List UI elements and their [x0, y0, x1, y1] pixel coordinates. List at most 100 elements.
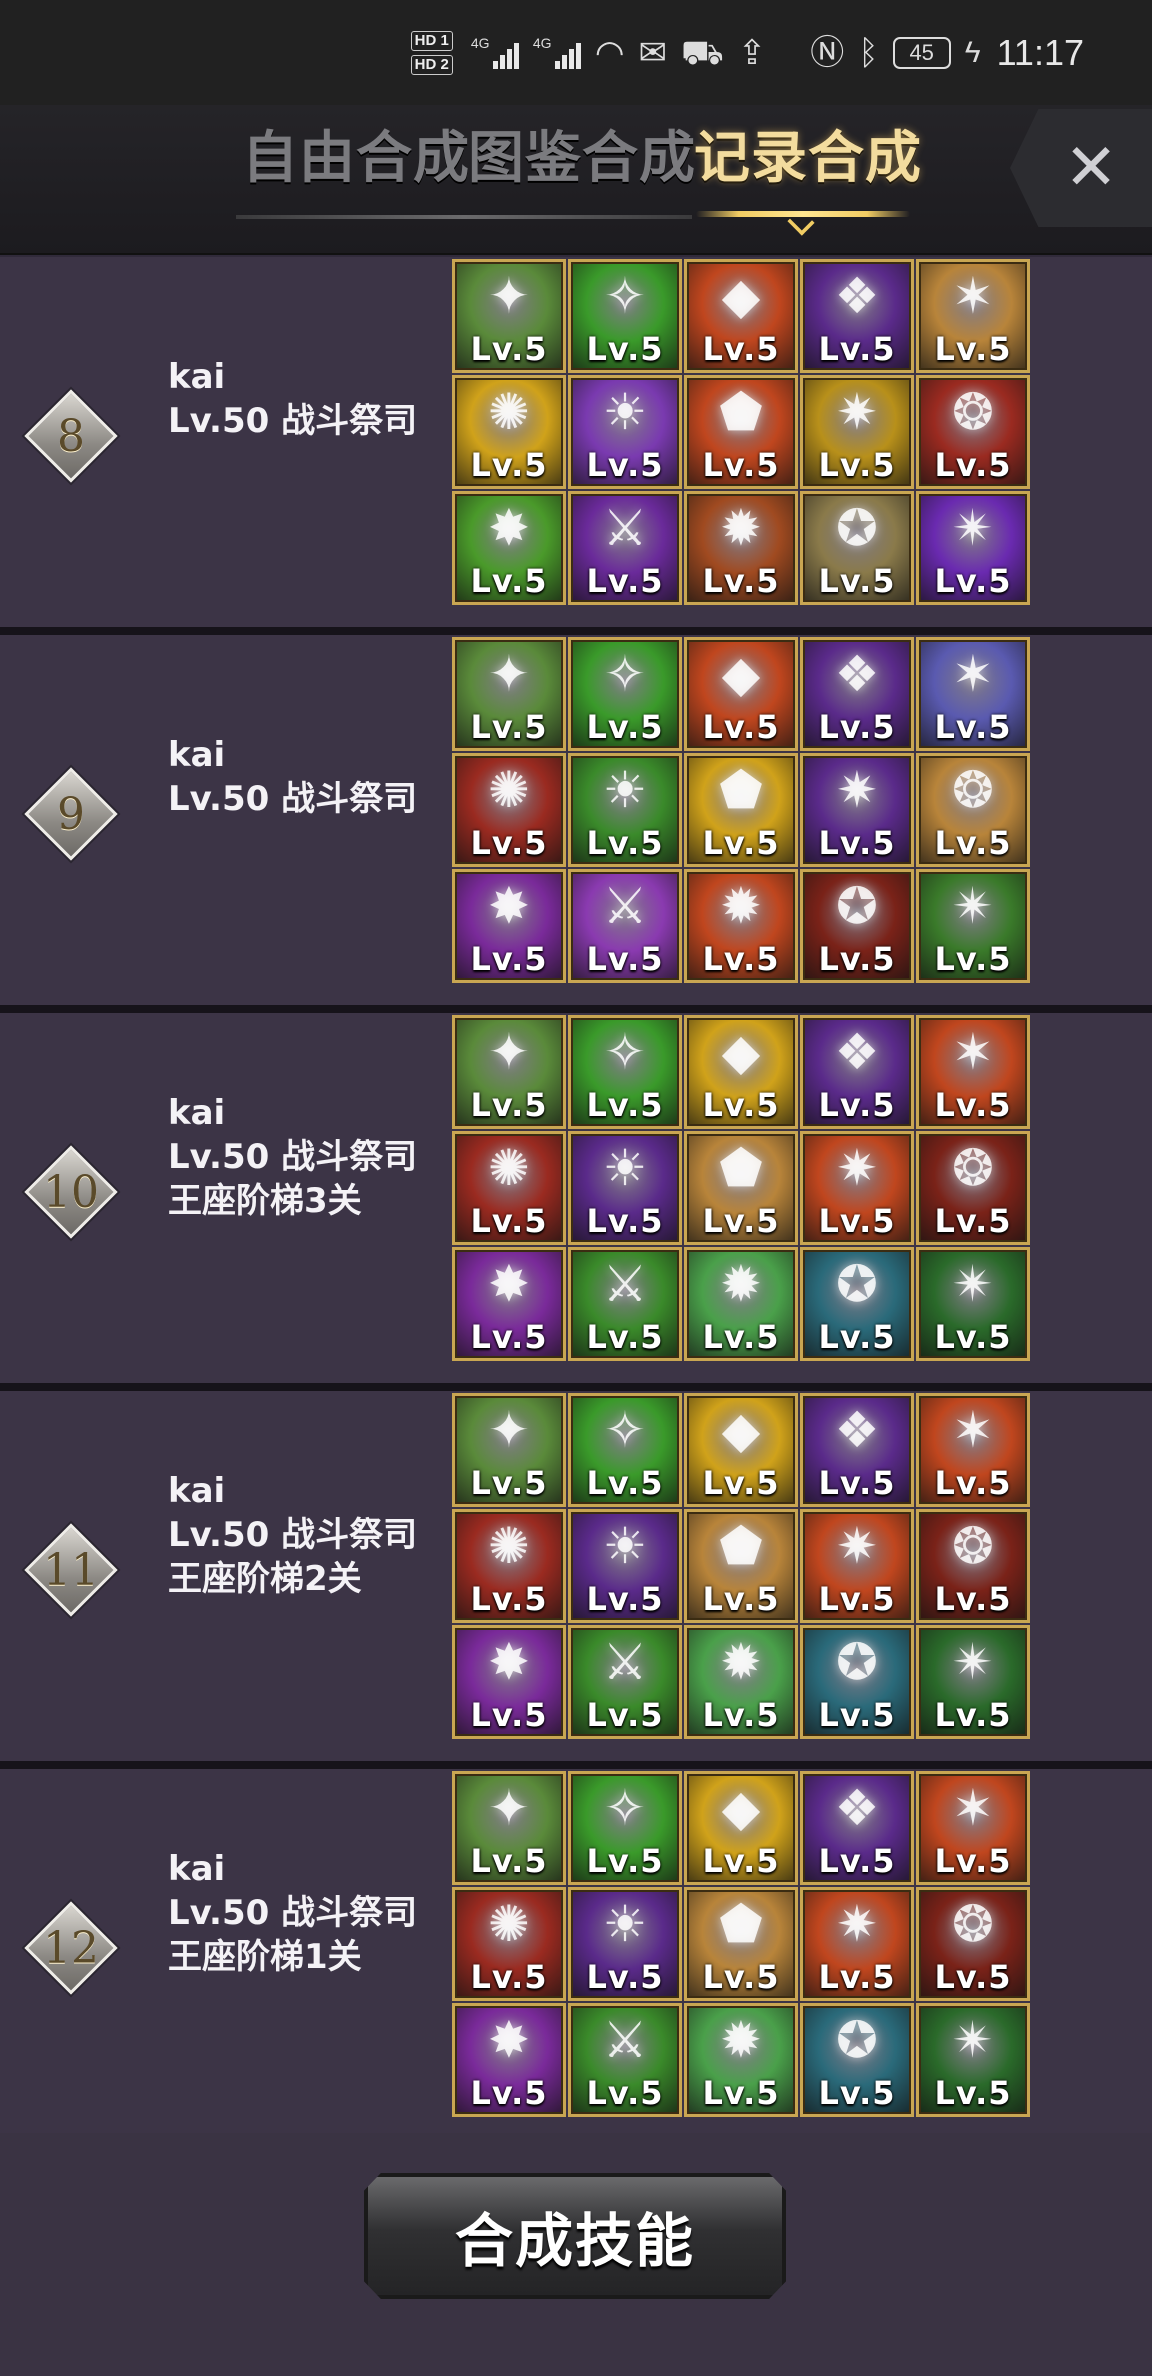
skill-icon[interactable]: ❖ Lv.5 [800, 1015, 914, 1129]
skill-icon[interactable]: ✪ Lv.5 [800, 491, 914, 605]
skill-icon[interactable]: ❖ Lv.5 [800, 1393, 914, 1507]
merge-skill-button[interactable]: 合成技能 [364, 2173, 786, 2299]
skill-level: Lv.5 [934, 1842, 1012, 1880]
skill-icon[interactable]: ✺ Lv.5 [452, 1887, 566, 2001]
player-class: Lv.50 战斗祭司 [168, 1137, 418, 1177]
tab-free-merge[interactable]: 自由合成 [242, 113, 470, 194]
skill-icon[interactable]: ✹ Lv.5 [684, 1625, 798, 1739]
skill-icon[interactable]: ◆ Lv.5 [684, 259, 798, 373]
skill-icon[interactable]: ✪ Lv.5 [800, 1247, 914, 1361]
skill-icon[interactable]: ✧ Lv.5 [568, 1393, 682, 1507]
skill-icon[interactable]: ✶ Lv.5 [916, 1393, 1030, 1507]
skill-icon[interactable]: ✷ Lv.5 [800, 753, 914, 867]
record-row[interactable]: 9 kai Lv.50 战斗祭司 ✦ Lv.5 ✧ Lv.5 ◆ Lv.5 ❖ Lv.5 ✶ Lv.5 ✺… [0, 635, 1152, 1013]
skill-icon[interactable]: ⚔ Lv.5 [568, 1625, 682, 1739]
skill-icon[interactable]: ✶ Lv.5 [916, 1015, 1030, 1129]
skill-icon[interactable]: ✸ Lv.5 [452, 869, 566, 983]
skill-icon[interactable]: ❂ Lv.5 [916, 1509, 1030, 1623]
skill-icon[interactable]: ✴ Lv.5 [916, 1625, 1030, 1739]
skill-art-icon: ☀ [602, 1895, 648, 1953]
skill-icon[interactable]: ✹ Lv.5 [684, 2003, 798, 2117]
skill-level: Lv.5 [702, 1580, 780, 1618]
skill-icon[interactable]: ⚔ Lv.5 [568, 491, 682, 605]
skill-icon[interactable]: ✴ Lv.5 [916, 869, 1030, 983]
skill-icon[interactable]: ✷ Lv.5 [800, 1509, 914, 1623]
rank-number: 10 [43, 1166, 99, 1218]
skill-icon[interactable]: ✦ Lv.5 [452, 1393, 566, 1507]
skill-icon[interactable]: ✺ Lv.5 [452, 753, 566, 867]
skill-icon[interactable]: ✷ Lv.5 [800, 1887, 914, 2001]
skill-icon[interactable]: ✪ Lv.5 [800, 2003, 914, 2117]
skill-icon[interactable]: ✧ Lv.5 [568, 637, 682, 751]
skill-icon[interactable]: ⬟ Lv.5 [684, 1131, 798, 1245]
tab-record-merge[interactable]: 记录合成 [694, 113, 922, 194]
skill-icon[interactable]: ❖ Lv.5 [800, 259, 914, 373]
skill-icon[interactable]: ☀ Lv.5 [568, 753, 682, 867]
skill-icon[interactable]: ☀ Lv.5 [568, 1887, 682, 2001]
skill-icon[interactable]: ✸ Lv.5 [452, 491, 566, 605]
skill-icon[interactable]: ✧ Lv.5 [568, 1771, 682, 1885]
skill-art-icon: ✷ [836, 1139, 878, 1197]
skill-icon[interactable]: ☀ Lv.5 [568, 375, 682, 489]
skill-icon[interactable]: ✪ Lv.5 [800, 1625, 914, 1739]
skill-level: Lv.5 [702, 708, 780, 746]
skill-level: Lv.5 [934, 1696, 1012, 1734]
skill-icon[interactable]: ❂ Lv.5 [916, 375, 1030, 489]
skill-icon[interactable]: ✦ Lv.5 [452, 1771, 566, 1885]
skill-icon[interactable]: ✦ Lv.5 [452, 259, 566, 373]
skill-icon[interactable]: ☀ Lv.5 [568, 1509, 682, 1623]
skill-icon[interactable]: ✺ Lv.5 [452, 375, 566, 489]
record-row[interactable]: 8 kai Lv.50 战斗祭司 ✦ Lv.5 ✧ Lv.5 ◆ Lv.5 ❖ Lv.5 ✶ Lv.5 ✺… [0, 257, 1152, 635]
skill-icon[interactable]: ✷ Lv.5 [800, 375, 914, 489]
skill-icon[interactable]: ✹ Lv.5 [684, 1247, 798, 1361]
skill-icon[interactable]: ◆ Lv.5 [684, 1393, 798, 1507]
skill-icon[interactable]: ⚔ Lv.5 [568, 2003, 682, 2117]
record-row[interactable]: 10 kai Lv.50 战斗祭司 王座阶梯3关 ✦ Lv.5 ✧ Lv.5 ◆ Lv.5 ❖ Lv.… [0, 1013, 1152, 1391]
skill-icon[interactable]: ❖ Lv.5 [800, 637, 914, 751]
skill-icon[interactable]: ◆ Lv.5 [684, 1771, 798, 1885]
skill-icon[interactable]: ✺ Lv.5 [452, 1131, 566, 1245]
skill-icon[interactable]: ✴ Lv.5 [916, 2003, 1030, 2117]
skill-icon[interactable]: ◆ Lv.5 [684, 637, 798, 751]
skill-art-icon: ❂ [952, 1517, 994, 1575]
skill-icon[interactable]: ⬟ Lv.5 [684, 375, 798, 489]
skill-icon[interactable]: ✴ Lv.5 [916, 1247, 1030, 1361]
skill-icon[interactable]: ✶ Lv.5 [916, 259, 1030, 373]
skill-icon[interactable]: ✶ Lv.5 [916, 637, 1030, 751]
skill-icon[interactable]: ✸ Lv.5 [452, 1625, 566, 1739]
record-info: kai Lv.50 战斗祭司 [168, 355, 417, 443]
skill-icon[interactable]: ✺ Lv.5 [452, 1509, 566, 1623]
skill-icon[interactable]: ✧ Lv.5 [568, 259, 682, 373]
skill-icon[interactable]: ❂ Lv.5 [916, 1131, 1030, 1245]
tab-codex-merge[interactable]: 图鉴合成 [468, 113, 696, 194]
skill-icon[interactable]: ✪ Lv.5 [800, 869, 914, 983]
skill-icon[interactable]: ✦ Lv.5 [452, 637, 566, 751]
skill-art-icon: ⬟ [719, 1895, 763, 1953]
skill-icon[interactable]: ✸ Lv.5 [452, 1247, 566, 1361]
skill-icon[interactable]: ⬟ Lv.5 [684, 1887, 798, 2001]
skill-level: Lv.5 [702, 1842, 780, 1880]
skill-icon[interactable]: ✦ Lv.5 [452, 1015, 566, 1129]
skill-icon[interactable]: ⬟ Lv.5 [684, 1509, 798, 1623]
skill-icon[interactable]: ✹ Lv.5 [684, 869, 798, 983]
skill-art-icon: ✦ [488, 1779, 530, 1837]
record-row[interactable]: 12 kai Lv.50 战斗祭司 王座阶梯1关 ✦ Lv.5 ✧ Lv.5 ◆ Lv.5 ❖ Lv.… [0, 1769, 1152, 2147]
skill-icon[interactable]: ✧ Lv.5 [568, 1015, 682, 1129]
skill-icon[interactable]: ❂ Lv.5 [916, 753, 1030, 867]
skill-icon[interactable]: ⬟ Lv.5 [684, 753, 798, 867]
record-row[interactable]: 11 kai Lv.50 战斗祭司 王座阶梯2关 ✦ Lv.5 ✧ Lv.5 ◆ Lv.5 ❖ Lv.… [0, 1391, 1152, 1769]
skill-icon[interactable]: ✸ Lv.5 [452, 2003, 566, 2117]
skill-icon[interactable]: ◆ Lv.5 [684, 1015, 798, 1129]
skill-icon[interactable]: ❂ Lv.5 [916, 1887, 1030, 2001]
skill-icon[interactable]: ☀ Lv.5 [568, 1131, 682, 1245]
skill-icon[interactable]: ✷ Lv.5 [800, 1131, 914, 1245]
skill-art-icon: ✺ [488, 1895, 530, 1953]
rank-badge: 9 [24, 767, 118, 861]
skill-icon[interactable]: ✹ Lv.5 [684, 491, 798, 605]
skill-icon[interactable]: ⚔ Lv.5 [568, 1247, 682, 1361]
skill-icon[interactable]: ❖ Lv.5 [800, 1771, 914, 1885]
skill-icon[interactable]: ✶ Lv.5 [916, 1771, 1030, 1885]
close-button[interactable]: ✕ [1010, 109, 1152, 227]
skill-icon[interactable]: ✴ Lv.5 [916, 491, 1030, 605]
skill-icon[interactable]: ⚔ Lv.5 [568, 869, 682, 983]
